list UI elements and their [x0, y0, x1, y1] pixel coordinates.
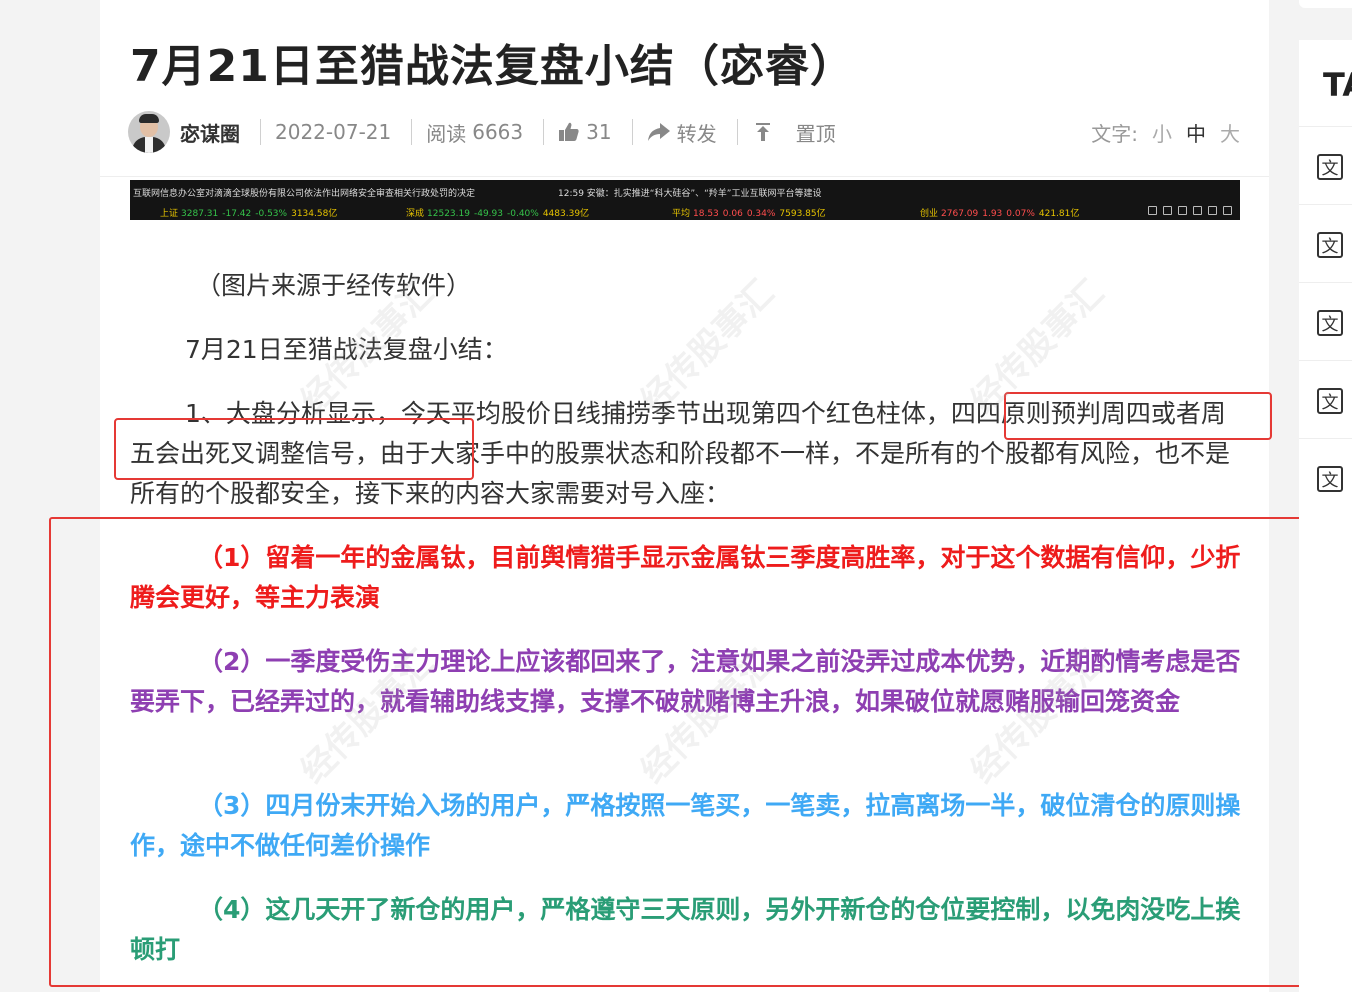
article-doc-icon[interactable]: 文	[1317, 154, 1343, 180]
ticker-news-1: 互联网信息办公室对滴滴全球股份有限公司依法作出网络安全审查相关行政处罚的决定	[133, 189, 476, 199]
pin-top-icon	[755, 123, 770, 141]
read-count-value: 6663	[472, 120, 524, 144]
pin-top-button[interactable]: 置顶	[752, 118, 836, 147]
highlight-frame-points	[49, 517, 1350, 987]
divider	[411, 119, 413, 145]
share-label: 转发	[676, 121, 717, 146]
ticker-index: 深成 12523.19 -49.93 -0.40% 4483.39亿	[406, 209, 590, 219]
market-ticker-image: 互联网信息办公室对滴滴全球股份有限公司依法作出网络安全审查相关行政处罚的决定 1…	[130, 180, 1240, 220]
publish-date: 2022-07-21	[275, 120, 392, 144]
ticker-tool-icon	[1148, 206, 1157, 215]
font-size-large[interactable]: 大	[1220, 118, 1240, 147]
image-caption: （图片来源于经传软件）	[196, 271, 472, 300]
font-size-label: 文字:	[1091, 121, 1138, 146]
ticker-tool-icon	[1163, 206, 1172, 215]
sidebar-divider	[1299, 360, 1352, 361]
top-right-panel-edge	[1299, 0, 1352, 8]
share-arrow-icon	[647, 123, 670, 141]
right-sidebar: TA 文 文 文 文 文	[1299, 40, 1352, 992]
ticker-index: 平均 18.53 0.06 0.34% 7593.85亿	[672, 209, 826, 219]
ticker-news-2: 12:59 安徽：扎实推进“科大硅谷”、“羚羊”工业互联网平台等建设	[558, 189, 822, 199]
highlight-box-2	[114, 418, 474, 480]
ticker-tool-icons	[1148, 206, 1232, 215]
author-avatar[interactable]	[128, 111, 170, 153]
meta-divider	[100, 176, 1269, 177]
sidebar-divider	[1299, 282, 1352, 283]
article-title: 7月21日至猎战法复盘小结（宓睿）	[130, 41, 855, 92]
font-size-medium[interactable]: 中	[1186, 118, 1206, 147]
share-button[interactable]: 转发	[647, 118, 717, 147]
font-size-switcher: 文字: 小 中 大	[1091, 118, 1240, 147]
divider	[736, 119, 738, 145]
article-doc-icon[interactable]: 文	[1317, 310, 1343, 336]
thumbs-up-icon	[559, 122, 579, 141]
pin-top-label: 置顶	[795, 121, 836, 146]
ticker-index: 创业 2767.09 1.93 0.07% 421.81亿	[920, 209, 1080, 219]
sidebar-divider	[1299, 438, 1352, 439]
sidebar-title: TA	[1323, 66, 1352, 104]
like-button[interactable]: 31	[558, 120, 612, 144]
ticker-index: 上证 3287.31 -17.42 -0.53% 3134.58亿	[160, 209, 338, 219]
sidebar-divider	[1299, 126, 1352, 127]
article-doc-icon[interactable]: 文	[1317, 232, 1343, 258]
font-size-small[interactable]: 小	[1152, 118, 1172, 147]
read-count-label: 阅读	[426, 121, 467, 146]
sidebar-divider	[1299, 204, 1352, 205]
ticker-tool-icon	[1178, 206, 1187, 215]
divider	[543, 119, 545, 145]
article-doc-icon[interactable]: 文	[1317, 466, 1343, 492]
section-subtitle: 7月21日至猎战法复盘小结：	[185, 335, 508, 364]
ticker-tool-icon	[1223, 206, 1232, 215]
read-count: 阅读 6663	[426, 118, 523, 147]
highlight-box-1	[1004, 392, 1272, 440]
like-count: 31	[586, 120, 612, 144]
divider	[631, 119, 633, 145]
author-name[interactable]: 宓谋圈	[180, 118, 240, 147]
ticker-tool-icon	[1193, 206, 1202, 215]
article-doc-icon[interactable]: 文	[1317, 388, 1343, 414]
divider	[260, 119, 261, 145]
article-meta-bar: 宓谋圈 2022-07-21 阅读 6663 31 转发 置顶 文字: 小 中 …	[128, 110, 1240, 154]
ticker-tool-icon	[1208, 206, 1217, 215]
